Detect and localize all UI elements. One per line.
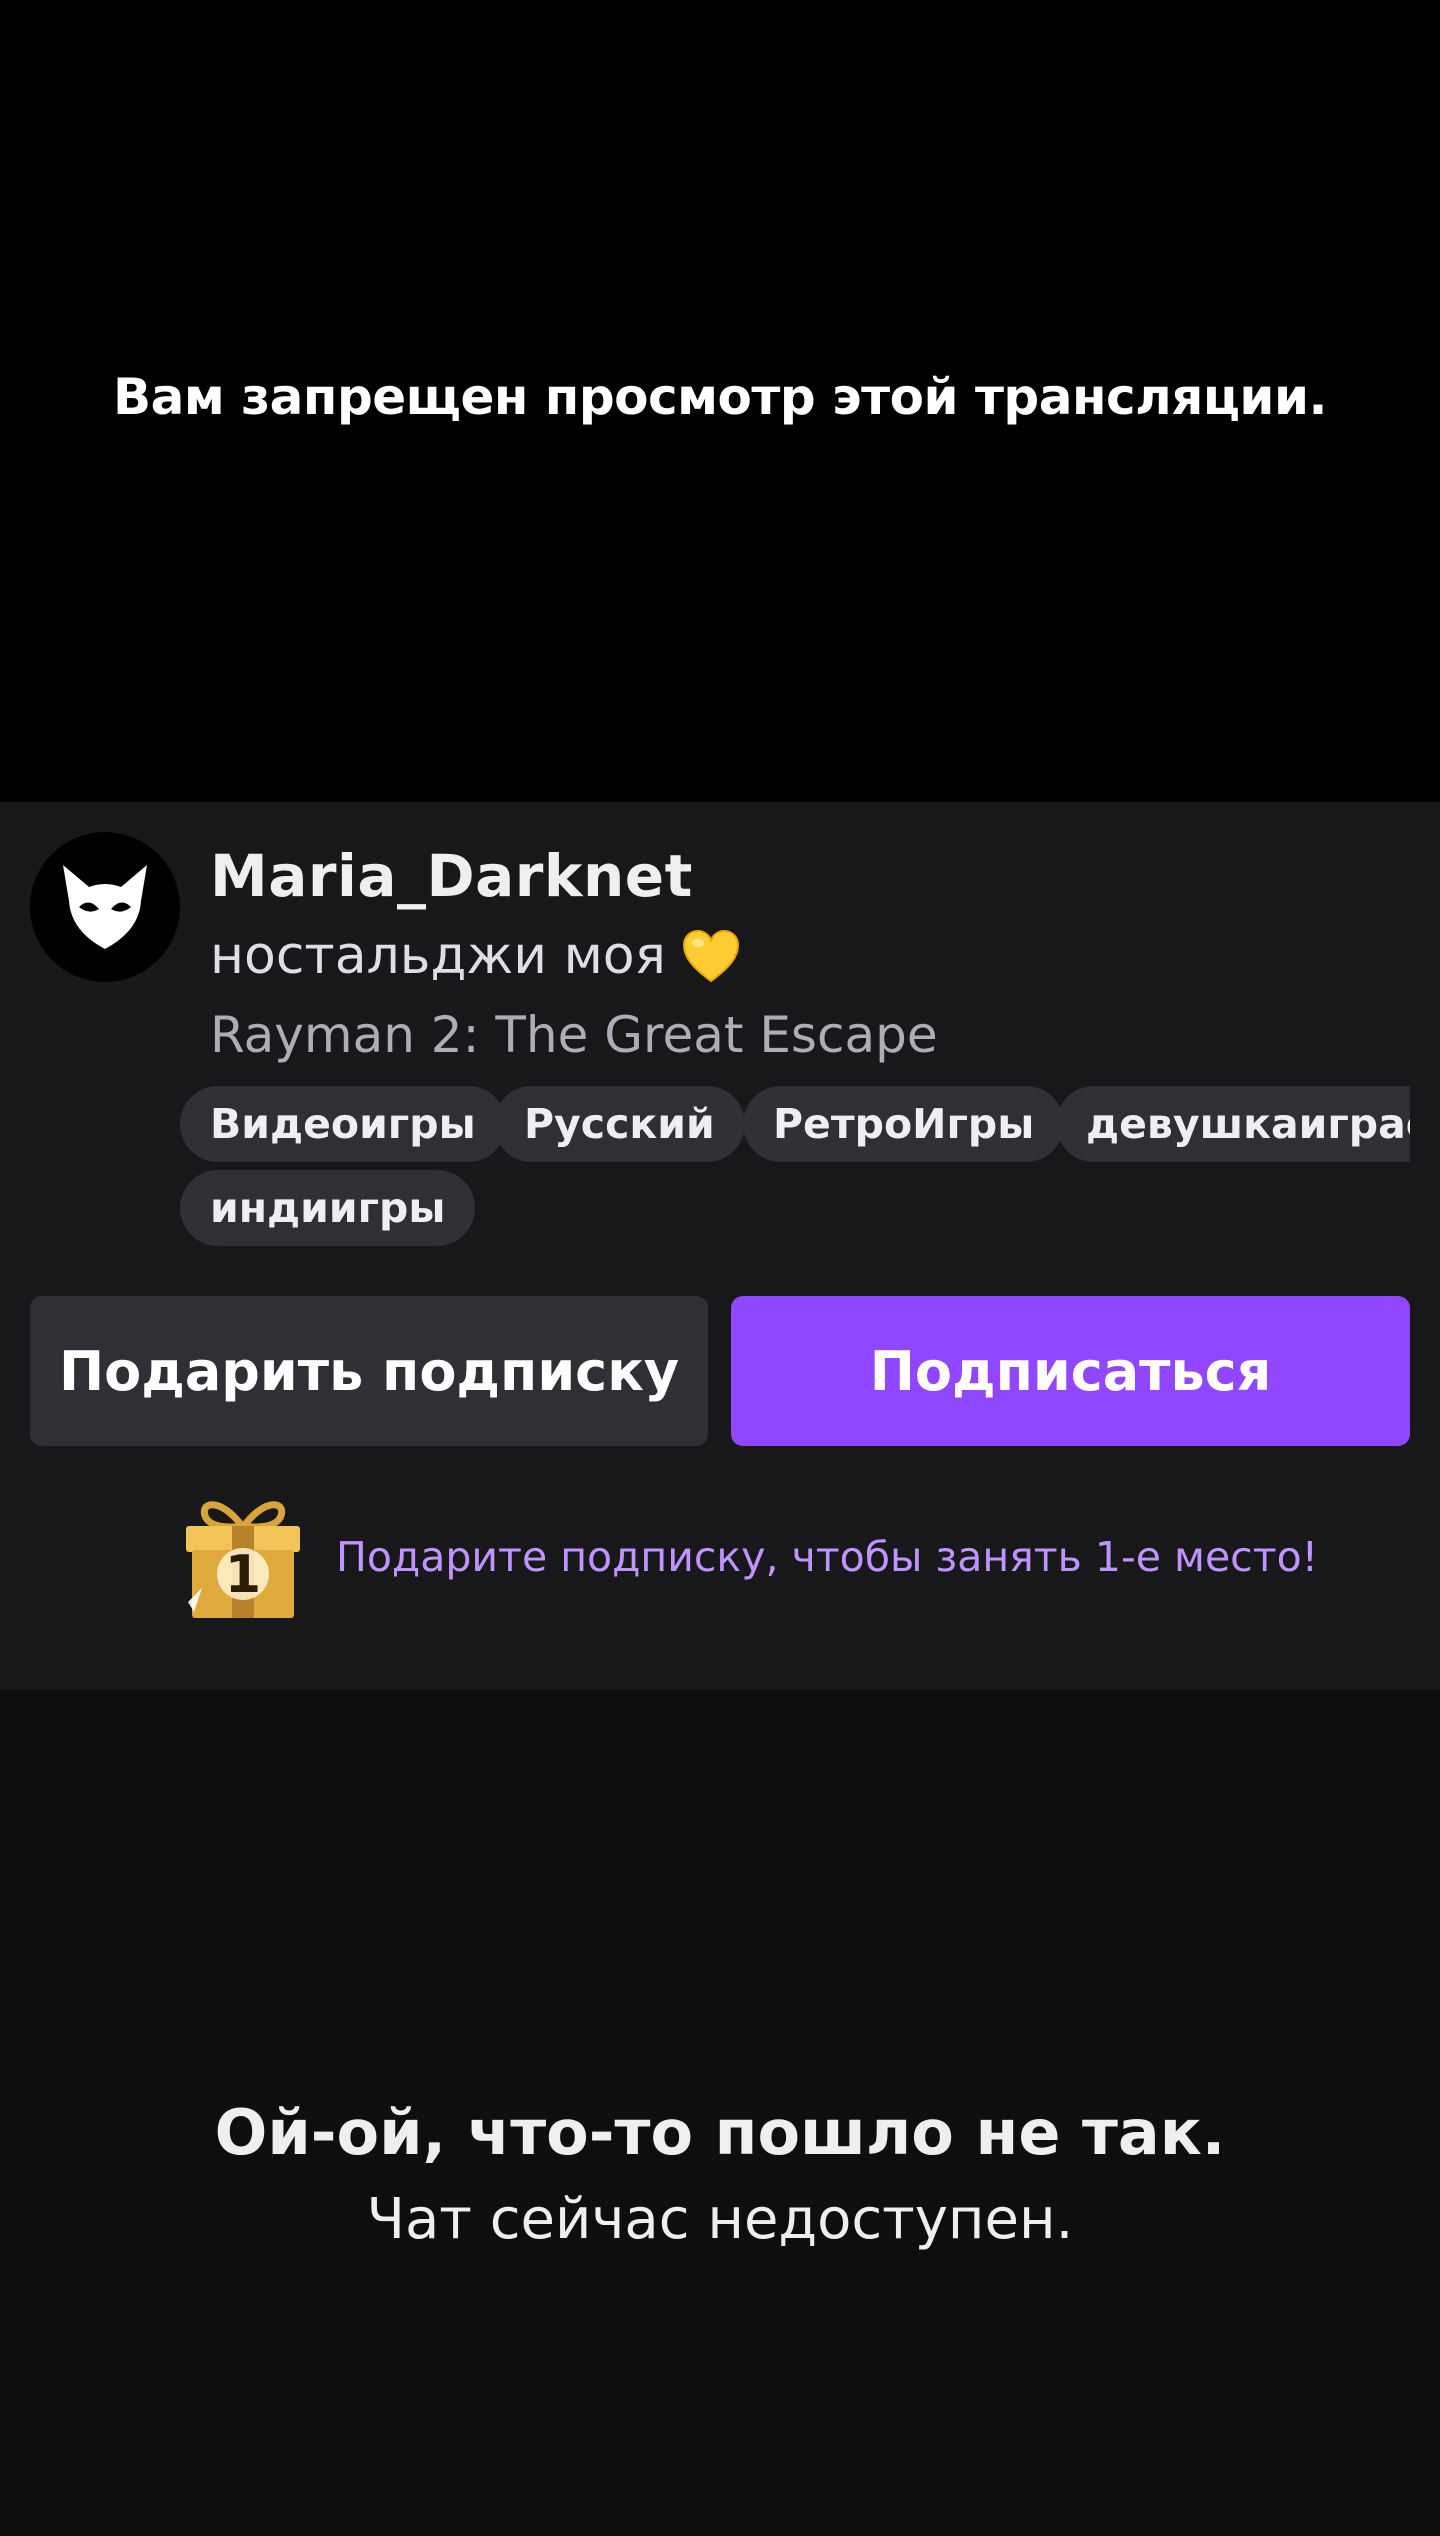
promo-text[interactable]: Подарите подписку, чтобы занять 1-е мест… xyxy=(336,1533,1318,1581)
tag-indiegames[interactable]: индиигры xyxy=(180,1170,476,1246)
white-cat-mask-icon xyxy=(63,865,147,949)
svg-text:1: 1 xyxy=(225,1545,261,1605)
channel-avatar[interactable] xyxy=(30,832,180,982)
stream-blocked-message: Вам запрещен просмотр этой трансляции. xyxy=(113,368,1327,426)
game-name-link[interactable]: Rayman 2: The Great Escape xyxy=(210,1006,938,1064)
stream-title: ностальджи моя xyxy=(210,926,740,986)
channel-info-panel: Maria_Darknet ностальджи моя Rayman 2: T… xyxy=(0,802,1440,1690)
channel-name[interactable]: Maria_Darknet xyxy=(210,842,693,910)
chat-error: Ой-ой, что-то пошло не так. Чат сейчас н… xyxy=(0,2096,1440,2252)
gift-rank-1-icon: 1 xyxy=(186,1501,300,1618)
tag-retrogames[interactable]: РетроИгры xyxy=(743,1086,1065,1162)
tag-girlgaming[interactable]: девушкаиграет xyxy=(1056,1086,1410,1162)
chat-error-subtitle: Чат сейчас недоступен. xyxy=(366,2187,1074,2252)
chat-error-title: Ой-ой, что-то пошло не так. xyxy=(214,2096,1226,2169)
tag-russian[interactable]: Русский xyxy=(494,1086,745,1162)
subscribe-button[interactable]: Подписаться xyxy=(731,1296,1410,1446)
stream-title-text: ностальджи моя xyxy=(210,926,666,986)
video-player[interactable]: Вам запрещен просмотр этой трансляции. xyxy=(0,0,1440,802)
tag-list: Видеоигры Русский РетроИгры девушкаиграе… xyxy=(180,1086,1410,1252)
tag-videogames[interactable]: Видеоигры xyxy=(180,1086,506,1162)
gift-leaderboard-promo[interactable]: 1 Подарите подписку, чтобы занять 1-е ме… xyxy=(180,1492,1318,1622)
yellow-heart-icon xyxy=(682,929,739,983)
gift-subscription-button[interactable]: Подарить подписку xyxy=(30,1296,708,1446)
